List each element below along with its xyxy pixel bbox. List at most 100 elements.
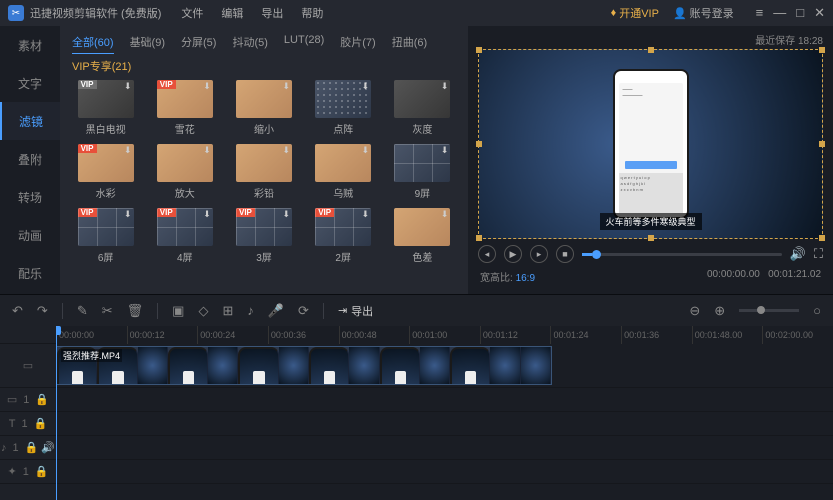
effect-track[interactable] bbox=[56, 460, 833, 484]
filter-name: 色差 bbox=[412, 249, 432, 264]
filter-cat-distort[interactable]: 扭曲(6) bbox=[392, 34, 427, 54]
video-track[interactable]: 强烈推荐.MP4 bbox=[56, 344, 833, 388]
filter-item[interactable]: ⬇缩小 bbox=[230, 80, 297, 136]
filter-cat-split[interactable]: 分屏(5) bbox=[181, 34, 216, 54]
filter-name: 乌贼 bbox=[333, 185, 353, 200]
filter-item[interactable]: ⬇放大 bbox=[151, 144, 218, 200]
filter-cat-basic[interactable]: 基础(9) bbox=[130, 34, 165, 54]
audio-track[interactable] bbox=[56, 388, 833, 412]
filter-item[interactable]: VIP⬇雪花 bbox=[151, 80, 218, 136]
filter-item[interactable]: ⬇点阵 bbox=[310, 80, 377, 136]
side-tab-animation[interactable]: 动画 bbox=[0, 216, 60, 254]
menu-icon[interactable]: ≡ bbox=[756, 5, 764, 21]
filter-name: 6屏 bbox=[98, 249, 114, 264]
resize-handle[interactable] bbox=[476, 141, 482, 147]
vip-exclusive-label[interactable]: VIP专享(21) bbox=[72, 58, 456, 74]
download-icon: ⬇ bbox=[282, 209, 290, 220]
music-track-head[interactable]: ♪ 1 🔒 🔊 bbox=[0, 436, 56, 460]
resize-handle[interactable] bbox=[648, 47, 654, 53]
time-ruler[interactable]: 00:00:0000:00:1200:00:2400:00:3600:00:48… bbox=[56, 326, 833, 344]
filter-item[interactable]: VIP⬇4屏 bbox=[151, 208, 218, 264]
side-tab-overlay[interactable]: 叠附 bbox=[0, 140, 60, 178]
filter-item[interactable]: ⬇彩铅 bbox=[230, 144, 297, 200]
delete-icon[interactable]: 🗑 bbox=[127, 303, 144, 319]
filter-item[interactable]: ⬇9屏 bbox=[389, 144, 456, 200]
fullscreen-icon[interactable]: ⛶ bbox=[814, 246, 823, 262]
ruler-tick: 00:00:24 bbox=[197, 326, 268, 344]
timeline-toolbar: ↶ ↷ ✎ ✂ 🗑 ▣ ◇ ⊞ ♪ 🎤 ⟳ ⇥导出 ⊖ ⊕ ○ bbox=[0, 294, 833, 326]
resize-handle[interactable] bbox=[648, 235, 654, 241]
effect-track-head[interactable]: ✦ 1 🔒 bbox=[0, 460, 56, 484]
menu-file[interactable]: 文件 bbox=[181, 5, 203, 21]
side-tab-filter[interactable]: 滤镜 bbox=[0, 102, 60, 140]
filter-item[interactable]: VIP⬇6屏 bbox=[72, 208, 139, 264]
progress-bar[interactable] bbox=[582, 253, 782, 256]
preview-canvas[interactable]: —————— q w e r t y u i o pa s d f g h j … bbox=[478, 49, 823, 239]
ruler-tick: 00:00:36 bbox=[268, 326, 339, 344]
download-icon: ⬇ bbox=[203, 81, 211, 92]
next-frame-button[interactable]: ▸ bbox=[530, 245, 548, 263]
filter-thumbnail: VIP⬇ bbox=[236, 208, 292, 246]
crop-icon[interactable]: ▣ bbox=[172, 303, 184, 319]
text-track-head[interactable]: T 1 🔒 bbox=[0, 412, 56, 436]
audio-icon[interactable]: ♪ bbox=[247, 303, 254, 318]
filter-item[interactable]: VIP⬇黑白电视 bbox=[72, 80, 139, 136]
video-track-head[interactable]: ▭ bbox=[0, 344, 56, 388]
stop-button[interactable]: ■ bbox=[556, 245, 574, 263]
mic-icon[interactable]: 🎤 bbox=[268, 303, 284, 319]
filter-name: 彩铅 bbox=[254, 185, 274, 200]
zoom-out-icon[interactable]: ⊖ bbox=[689, 303, 700, 319]
prev-frame-button[interactable]: ◂ bbox=[478, 245, 496, 263]
video-clip[interactable]: 强烈推荐.MP4 bbox=[56, 346, 552, 385]
audio-track-head[interactable]: ▭ 1 🔒 bbox=[0, 388, 56, 412]
filter-cat-all[interactable]: 全部(60) bbox=[72, 34, 114, 54]
side-tab-music[interactable]: 配乐 bbox=[0, 254, 60, 292]
playhead[interactable] bbox=[56, 326, 57, 500]
play-button[interactable]: ▶ bbox=[504, 245, 522, 263]
ruler-tick: 00:01:00 bbox=[409, 326, 480, 344]
keyframe-icon[interactable]: ◇ bbox=[198, 303, 208, 319]
vip-button[interactable]: ♦开通VIP bbox=[611, 5, 659, 21]
resize-handle[interactable] bbox=[476, 235, 482, 241]
export-button[interactable]: ⇥导出 bbox=[338, 303, 373, 319]
zoom-slider[interactable] bbox=[739, 309, 799, 312]
side-tab-text[interactable]: 文字 bbox=[0, 64, 60, 102]
side-tab-transition[interactable]: 转场 bbox=[0, 178, 60, 216]
vip-badge: VIP bbox=[78, 208, 97, 217]
music-track[interactable] bbox=[56, 436, 833, 460]
filter-item[interactable]: VIP⬇3屏 bbox=[230, 208, 297, 264]
vip-badge: VIP bbox=[78, 80, 97, 89]
resize-handle[interactable] bbox=[476, 47, 482, 53]
menu-help[interactable]: 帮助 bbox=[301, 5, 323, 21]
volume-icon[interactable]: 🔊 bbox=[790, 246, 806, 262]
chart-icon[interactable]: ⊞ bbox=[222, 303, 233, 319]
split-icon[interactable]: ✂ bbox=[102, 303, 113, 319]
filter-item[interactable]: ⬇色差 bbox=[389, 208, 456, 264]
filter-cat-shake[interactable]: 抖动(5) bbox=[232, 34, 267, 54]
menu-export[interactable]: 导出 bbox=[261, 5, 283, 21]
side-tab-material[interactable]: 素材 bbox=[0, 26, 60, 64]
resize-handle[interactable] bbox=[819, 235, 825, 241]
login-button[interactable]: 👤账号登录 bbox=[673, 5, 734, 21]
filter-cat-film[interactable]: 胶片(7) bbox=[340, 34, 375, 54]
text-track[interactable] bbox=[56, 412, 833, 436]
undo-icon[interactable]: ↶ bbox=[12, 303, 23, 319]
speed-icon[interactable]: ⟳ bbox=[298, 303, 309, 319]
fit-icon[interactable]: ○ bbox=[813, 303, 821, 318]
filter-item[interactable]: VIP⬇水彩 bbox=[72, 144, 139, 200]
resize-handle[interactable] bbox=[819, 47, 825, 53]
minimize-icon[interactable]: — bbox=[773, 5, 786, 21]
filter-item[interactable]: VIP⬇2屏 bbox=[310, 208, 377, 264]
redo-icon[interactable]: ↷ bbox=[37, 303, 48, 319]
zoom-in-icon[interactable]: ⊕ bbox=[714, 303, 725, 319]
resize-handle[interactable] bbox=[819, 141, 825, 147]
aspect-ratio[interactable]: 宽高比: 16:9 bbox=[480, 269, 535, 284]
close-icon[interactable]: ✕ bbox=[814, 5, 825, 21]
menu-edit[interactable]: 编辑 bbox=[221, 5, 243, 21]
filter-item[interactable]: ⬇乌贼 bbox=[310, 144, 377, 200]
filter-cat-lut[interactable]: LUT(28) bbox=[284, 34, 324, 54]
edit-icon[interactable]: ✎ bbox=[77, 303, 88, 319]
filter-item[interactable]: ⬇灰度 bbox=[389, 80, 456, 136]
filter-name: 黑白电视 bbox=[86, 121, 126, 136]
maximize-icon[interactable]: □ bbox=[796, 5, 804, 21]
